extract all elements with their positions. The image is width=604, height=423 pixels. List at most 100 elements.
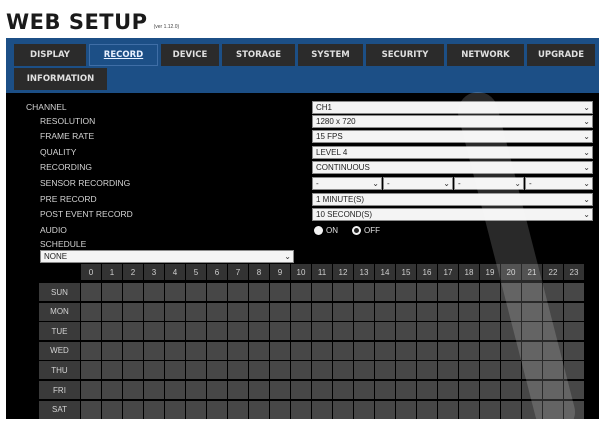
schedule-cell[interactable] [186, 341, 206, 360]
frame-rate-select[interactable]: 15 FPS ⌄ [312, 130, 593, 143]
schedule-cell[interactable] [501, 341, 521, 360]
schedule-cell[interactable] [291, 341, 311, 360]
schedule-cell[interactable] [333, 302, 353, 321]
schedule-cell[interactable] [501, 302, 521, 321]
schedule-cell[interactable] [102, 341, 122, 360]
schedule-cell[interactable] [228, 322, 248, 341]
schedule-cell[interactable] [144, 341, 164, 360]
schedule-cell[interactable] [312, 341, 332, 360]
schedule-cell[interactable] [312, 381, 332, 399]
schedule-cell[interactable] [438, 322, 458, 341]
schedule-cell[interactable] [354, 400, 374, 419]
schedule-cell[interactable] [438, 302, 458, 321]
channel-select[interactable]: CH1 ⌄ [312, 101, 593, 114]
schedule-cell[interactable] [459, 381, 479, 399]
schedule-cell[interactable] [543, 302, 563, 321]
tab-record[interactable]: RECORD [89, 44, 158, 66]
schedule-cell[interactable] [543, 381, 563, 399]
schedule-cell[interactable] [438, 400, 458, 419]
schedule-cell[interactable] [186, 283, 206, 301]
schedule-cell[interactable] [522, 400, 542, 419]
schedule-cell[interactable] [186, 322, 206, 341]
schedule-cell[interactable] [396, 322, 416, 341]
schedule-cell[interactable] [543, 341, 563, 360]
schedule-cell[interactable] [81, 322, 101, 341]
schedule-cell[interactable] [354, 322, 374, 341]
schedule-cell[interactable] [375, 400, 395, 419]
schedule-cell[interactable] [249, 361, 269, 380]
schedule-cell[interactable] [375, 341, 395, 360]
schedule-cell[interactable] [354, 302, 374, 321]
schedule-cell[interactable] [459, 322, 479, 341]
schedule-cell[interactable] [312, 361, 332, 380]
sensor-recording-select-1[interactable]: - ⌄ [312, 177, 382, 190]
schedule-cell[interactable] [249, 341, 269, 360]
schedule-cell[interactable] [123, 400, 143, 419]
schedule-cell[interactable] [207, 322, 227, 341]
pre-record-select[interactable]: 1 MINUTE(S) ⌄ [312, 193, 593, 206]
schedule-cell[interactable] [333, 341, 353, 360]
schedule-cell[interactable] [438, 381, 458, 399]
schedule-cell[interactable] [480, 361, 500, 380]
schedule-cell[interactable] [144, 283, 164, 301]
schedule-cell[interactable] [144, 400, 164, 419]
schedule-cell[interactable] [270, 283, 290, 301]
schedule-cell[interactable] [291, 322, 311, 341]
schedule-cell[interactable] [564, 361, 584, 380]
schedule-cell[interactable] [354, 283, 374, 301]
tab-network[interactable]: NETWORK [447, 44, 524, 66]
schedule-cell[interactable] [228, 341, 248, 360]
schedule-cell[interactable] [228, 283, 248, 301]
schedule-cell[interactable] [480, 381, 500, 399]
schedule-cell[interactable] [291, 361, 311, 380]
schedule-cell[interactable] [564, 400, 584, 419]
schedule-cell[interactable] [270, 381, 290, 399]
schedule-cell[interactable] [333, 381, 353, 399]
schedule-cell[interactable] [312, 400, 332, 419]
schedule-cell[interactable] [270, 361, 290, 380]
schedule-cell[interactable] [564, 283, 584, 301]
schedule-cell[interactable] [144, 381, 164, 399]
schedule-cell[interactable] [102, 361, 122, 380]
schedule-cell[interactable] [207, 283, 227, 301]
schedule-cell[interactable] [249, 283, 269, 301]
schedule-cell[interactable] [375, 302, 395, 321]
schedule-cell[interactable] [81, 381, 101, 399]
sensor-recording-select-3[interactable]: - ⌄ [454, 177, 524, 190]
schedule-cell[interactable] [207, 361, 227, 380]
schedule-cell[interactable] [291, 302, 311, 321]
schedule-cell[interactable] [81, 341, 101, 360]
schedule-cell[interactable] [543, 400, 563, 419]
schedule-cell[interactable] [207, 341, 227, 360]
schedule-cell[interactable] [102, 302, 122, 321]
schedule-cell[interactable] [102, 400, 122, 419]
schedule-cell[interactable] [417, 322, 437, 341]
schedule-cell[interactable] [165, 381, 185, 399]
schedule-cell[interactable] [396, 361, 416, 380]
schedule-cell[interactable] [438, 361, 458, 380]
schedule-cell[interactable] [333, 322, 353, 341]
schedule-cell[interactable] [312, 283, 332, 301]
schedule-cell[interactable] [81, 302, 101, 321]
schedule-cell[interactable] [417, 283, 437, 301]
schedule-cell[interactable] [417, 400, 437, 419]
schedule-cell[interactable] [228, 400, 248, 419]
schedule-cell[interactable] [480, 341, 500, 360]
schedule-cell[interactable] [396, 341, 416, 360]
schedule-cell[interactable] [459, 302, 479, 321]
schedule-cell[interactable] [165, 302, 185, 321]
schedule-cell[interactable] [144, 302, 164, 321]
schedule-cell[interactable] [396, 400, 416, 419]
schedule-cell[interactable] [102, 381, 122, 399]
schedule-cell[interactable] [480, 302, 500, 321]
audio-on-radio[interactable]: ON [314, 226, 338, 235]
schedule-cell[interactable] [564, 322, 584, 341]
schedule-cell[interactable] [396, 302, 416, 321]
tab-system[interactable]: SYSTEM [298, 44, 363, 66]
schedule-cell[interactable] [564, 341, 584, 360]
schedule-cell[interactable] [249, 322, 269, 341]
schedule-cell[interactable] [417, 341, 437, 360]
schedule-cell[interactable] [228, 381, 248, 399]
schedule-cell[interactable] [186, 400, 206, 419]
schedule-cell[interactable] [249, 381, 269, 399]
